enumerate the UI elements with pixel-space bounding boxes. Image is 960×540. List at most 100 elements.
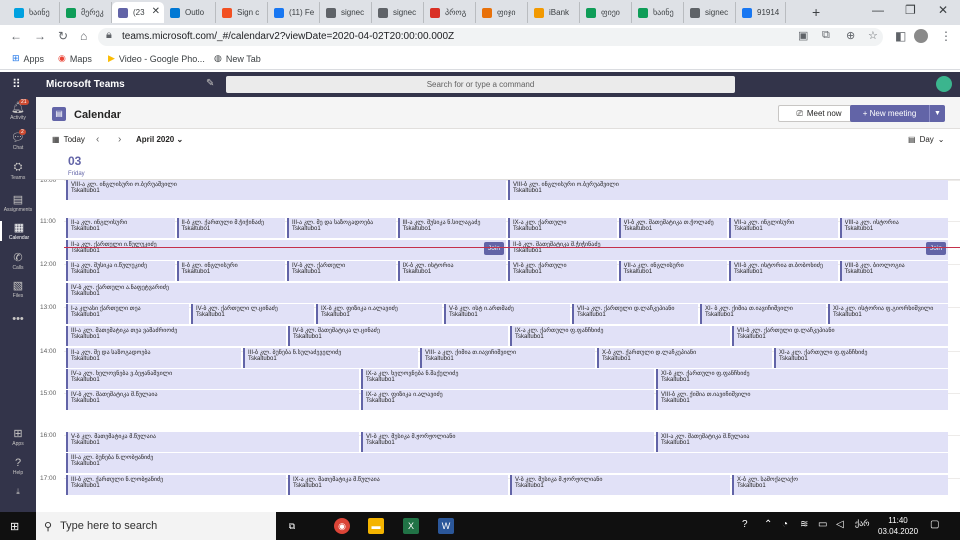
- calendar-event[interactable]: VIII-ა კლ. ისტორია Tskaltubo1: [839, 218, 948, 238]
- rail-item-help[interactable]: ? Help: [0, 457, 36, 476]
- browser-tab[interactable]: (23 ✕: [112, 2, 164, 23]
- close-window-icon[interactable]: ✕: [938, 3, 948, 17]
- profile-avatar[interactable]: [914, 29, 928, 43]
- browser-tab[interactable]: ფიეი: [580, 2, 632, 23]
- url-text[interactable]: teams.microsoft.com/_#/calendarv2?viewDa…: [122, 31, 454, 42]
- rail-item-teams[interactable]: ⛭ Teams: [0, 161, 36, 181]
- month-selector[interactable]: April 2020 ⌄: [136, 135, 183, 144]
- calendar-event[interactable]: VII-ბ კლ. ქართული დ.ლაჩკეპიანი Tskaltubo1: [732, 326, 948, 346]
- rail-item-assignments[interactable]: ▤ Assignments: [0, 193, 36, 213]
- calendar-event[interactable]: X-ბ კლ. სამოქალაქო Tskaltubo1: [732, 475, 948, 495]
- browser-tab[interactable]: 91914: [736, 2, 786, 23]
- new-tab-button[interactable]: +: [812, 4, 820, 20]
- wifi-icon[interactable]: ≋: [800, 519, 808, 530]
- task-view-icon[interactable]: ⧉: [284, 518, 300, 534]
- calendar-event[interactable]: VII-ა კლ. ინგლისური Tskaltubo1: [729, 218, 838, 238]
- calendar-event[interactable]: VI-ბ კლ. მათემატიკა თ.ჭოლაძე Tskaltubo1: [618, 218, 727, 238]
- translate-icon[interactable]: ⧉: [822, 29, 830, 42]
- calendar-event[interactable]: V-ბ კლ. ისტ ი.ართმაძე Tskaltubo1: [444, 304, 570, 324]
- calendar-event[interactable]: VIII-ბ კლ. ინგლისური ო.ბერუაშვილი Tskaltu…: [508, 180, 948, 200]
- calendar-event[interactable]: XI-ა კლ. ქართული ფ.ფანჩხიძე Tskaltubo1: [774, 348, 948, 368]
- calendar-event[interactable]: II-ბ კლ. ინგლისური Tskaltubo1: [176, 261, 285, 281]
- compose-icon[interactable]: ✎: [206, 78, 214, 89]
- calendar-event[interactable]: II-ა კლ. მუსიკა ი.წულუკიძე Tskaltubo1: [66, 261, 175, 281]
- meet-now-button[interactable]: ⎚ Meet now: [778, 105, 860, 122]
- battery-icon[interactable]: ▭: [818, 519, 827, 530]
- join-button[interactable]: Join: [484, 242, 504, 255]
- calendar-event[interactable]: III-ა კლ. მე და საზოგადოება Tskaltubo1: [287, 218, 396, 238]
- today-button[interactable]: ▦ Today: [52, 135, 85, 144]
- taskbar-clock[interactable]: 11:40 03.04.2020: [878, 515, 918, 537]
- waffle-icon[interactable]: ⠿: [12, 77, 21, 91]
- bookmark-apps[interactable]: ⊞ Apps: [12, 53, 44, 64]
- rail-item-apps[interactable]: ⊞ Apps: [0, 427, 36, 447]
- calendar-event[interactable]: IV-ბ კლ. ქართული ა.ნაფეტვარიძე Tskaltubo1: [66, 283, 948, 303]
- calendar-event[interactable]: XI-ბ კლ. ქართული ფ.ფანჩხიძე Tskaltubo1: [656, 369, 948, 389]
- calendar-event[interactable]: III-ა კლ. ბუნება ნ.ლობჟანიძე Tskaltubo1: [66, 453, 948, 473]
- browser-tab[interactable]: (11) Fe: [268, 2, 320, 23]
- notification-icon[interactable]: ▢: [930, 519, 939, 530]
- file-explorer-icon[interactable]: ▬: [368, 518, 384, 534]
- bookmark-video[interactable]: ▶ Video - Google Pho...: [108, 53, 205, 64]
- new-meeting-button[interactable]: + New meeting: [850, 105, 929, 122]
- omnibox[interactable]: 🔒︎ teams.microsoft.com/_#/calendarv2?vie…: [98, 28, 883, 46]
- calendar-event[interactable]: III-ა კლ. მათემატიკა თეა ვაშაძრიოძე Tskal…: [66, 326, 286, 346]
- maximize-icon[interactable]: ❐: [905, 3, 916, 17]
- bookmark-newtab[interactable]: ◍ New Tab: [214, 53, 261, 64]
- view-selector[interactable]: ▤ Day ⌄: [908, 135, 945, 144]
- chevron-down-icon[interactable]: ▼: [929, 105, 945, 122]
- calendar-event[interactable]: IX-ა კლ. ქართული ფ.ფანჩხიძე Tskaltubo1: [510, 326, 730, 346]
- rail-item-files[interactable]: ▧ Files: [0, 279, 36, 299]
- excel-icon[interactable]: X: [403, 518, 419, 534]
- calendar-event[interactable]: II-ა კლ. ინგლისური Tskaltubo1: [66, 218, 175, 238]
- calendar-event[interactable]: III-ა კლ. მუსიკა ნ.სილაგაძე Tskaltubo1: [397, 218, 506, 238]
- browser-tab[interactable]: Sign c: [216, 2, 268, 23]
- rail-item-calls[interactable]: ✆ Calls: [0, 251, 36, 271]
- calendar-event[interactable]: IV-ბ კლ. მათემატიკა ლ.ცინაძე Tskaltubo1: [288, 326, 508, 346]
- rail-item-activity[interactable]: 🔔︎ Activity 21: [0, 99, 36, 121]
- bookmark-maps[interactable]: ◉ Maps: [58, 53, 92, 64]
- browser-tab[interactable]: ფიჯი: [476, 2, 528, 23]
- calendar-event[interactable]: IX-ა კლ. ქართული Tskaltubo1: [508, 218, 617, 238]
- browser-tab[interactable]: მერეკ: [60, 2, 112, 23]
- browser-menu-icon[interactable]: ⋮: [940, 29, 952, 43]
- calendar-event[interactable]: VII-ა კლ. ქართული დ.ლაჩკეპიანი Tskaltubo1: [572, 304, 698, 324]
- calendar-event[interactable]: VI-ბ კლ. მუსიკა მ.ჟორჟოლიანი Tskaltubo1: [361, 432, 654, 452]
- calendar-event[interactable]: IX-ა კლ. მათემატიკა მ.წულაია Tskaltubo1: [288, 475, 508, 495]
- calendar-event[interactable]: III-ბ კლ. ქართული ნ.ლობჟანიძე Tskaltubo1: [66, 475, 286, 495]
- camera-icon[interactable]: ▣: [798, 29, 808, 42]
- home-icon[interactable]: ⌂: [80, 29, 87, 43]
- close-tab-icon[interactable]: ✕: [152, 6, 160, 17]
- star-icon[interactable]: ☆: [868, 29, 878, 42]
- calendar-event[interactable]: VIII-ბ კლ. ბიოლოგია Tskaltubo1: [839, 261, 948, 281]
- browser-tab[interactable]: ხაინე: [632, 2, 684, 23]
- back-icon[interactable]: ←: [10, 29, 22, 43]
- rail-item-calendar[interactable]: ▦ Calendar: [0, 221, 36, 241]
- language-indicator[interactable]: ქარ: [855, 519, 870, 528]
- calendar-event[interactable]: VIII- ა კლ. ქიმია თ.იავიჩიშვილი Tskaltubo…: [420, 348, 595, 368]
- help-circle-icon[interactable]: ?: [742, 519, 748, 530]
- forward-icon[interactable]: →: [34, 29, 46, 43]
- calendar-event[interactable]: II-ბ კლ. ქართული მ.ჭიჭინაძე Tskaltubo1: [176, 218, 285, 238]
- calendar-event[interactable]: IX-ბ კლ. ფიზიკა ი.ალავიძე Tskaltubo1: [316, 304, 442, 324]
- extension-icon[interactable]: ◧: [895, 29, 906, 43]
- browser-tab[interactable]: პროგ: [424, 2, 476, 23]
- calendar-event[interactable]: IV-ბ კლ. მათემატიკა მ.წულაია Tskaltubo1: [66, 390, 359, 410]
- join-button[interactable]: Join: [926, 242, 946, 255]
- calendar-event[interactable]: V-ბ კლ. მათემატიკა მ.წულაია Tskaltubo1: [66, 432, 359, 452]
- browser-tab[interactable]: signec: [372, 2, 424, 23]
- zoom-icon[interactable]: ⊕: [846, 29, 855, 42]
- calendar-event[interactable]: IV-ა კლ. ხელოვნება ვ.ბეჟანაშვილი Tskaltub…: [66, 369, 359, 389]
- calendar-event[interactable]: IX-ბ კლ. ისტორია Tskaltubo1: [397, 261, 506, 281]
- user-avatar[interactable]: [936, 76, 952, 92]
- calendar-event[interactable]: I-ა კლასი ქართული თეა Tskaltubo1: [66, 304, 189, 324]
- calendar-event[interactable]: IX-ა კლ. ფიზიკა ი.ალავიძე Tskaltubo1: [361, 390, 654, 410]
- volume-icon[interactable]: ◁: [836, 519, 844, 530]
- calendar-event[interactable]: XI- ბ კლ. ქიმია თ.იავიჩიშვილი Tskaltubo1: [700, 304, 826, 324]
- word-icon[interactable]: W: [438, 518, 454, 534]
- browser-tab[interactable]: iBank: [528, 2, 580, 23]
- calendar-event[interactable]: VIII-ა კლ. ინგლისური ო.ბერუაშვილი Tskaltu…: [66, 180, 506, 200]
- calendar-event[interactable]: VIII-ბ კლ. ქიმია თ.იავიჩიშვილი Tskaltubo1: [656, 390, 948, 410]
- reload-icon[interactable]: ↻: [58, 29, 68, 43]
- browser-tab[interactable]: ხაინე: [8, 2, 60, 23]
